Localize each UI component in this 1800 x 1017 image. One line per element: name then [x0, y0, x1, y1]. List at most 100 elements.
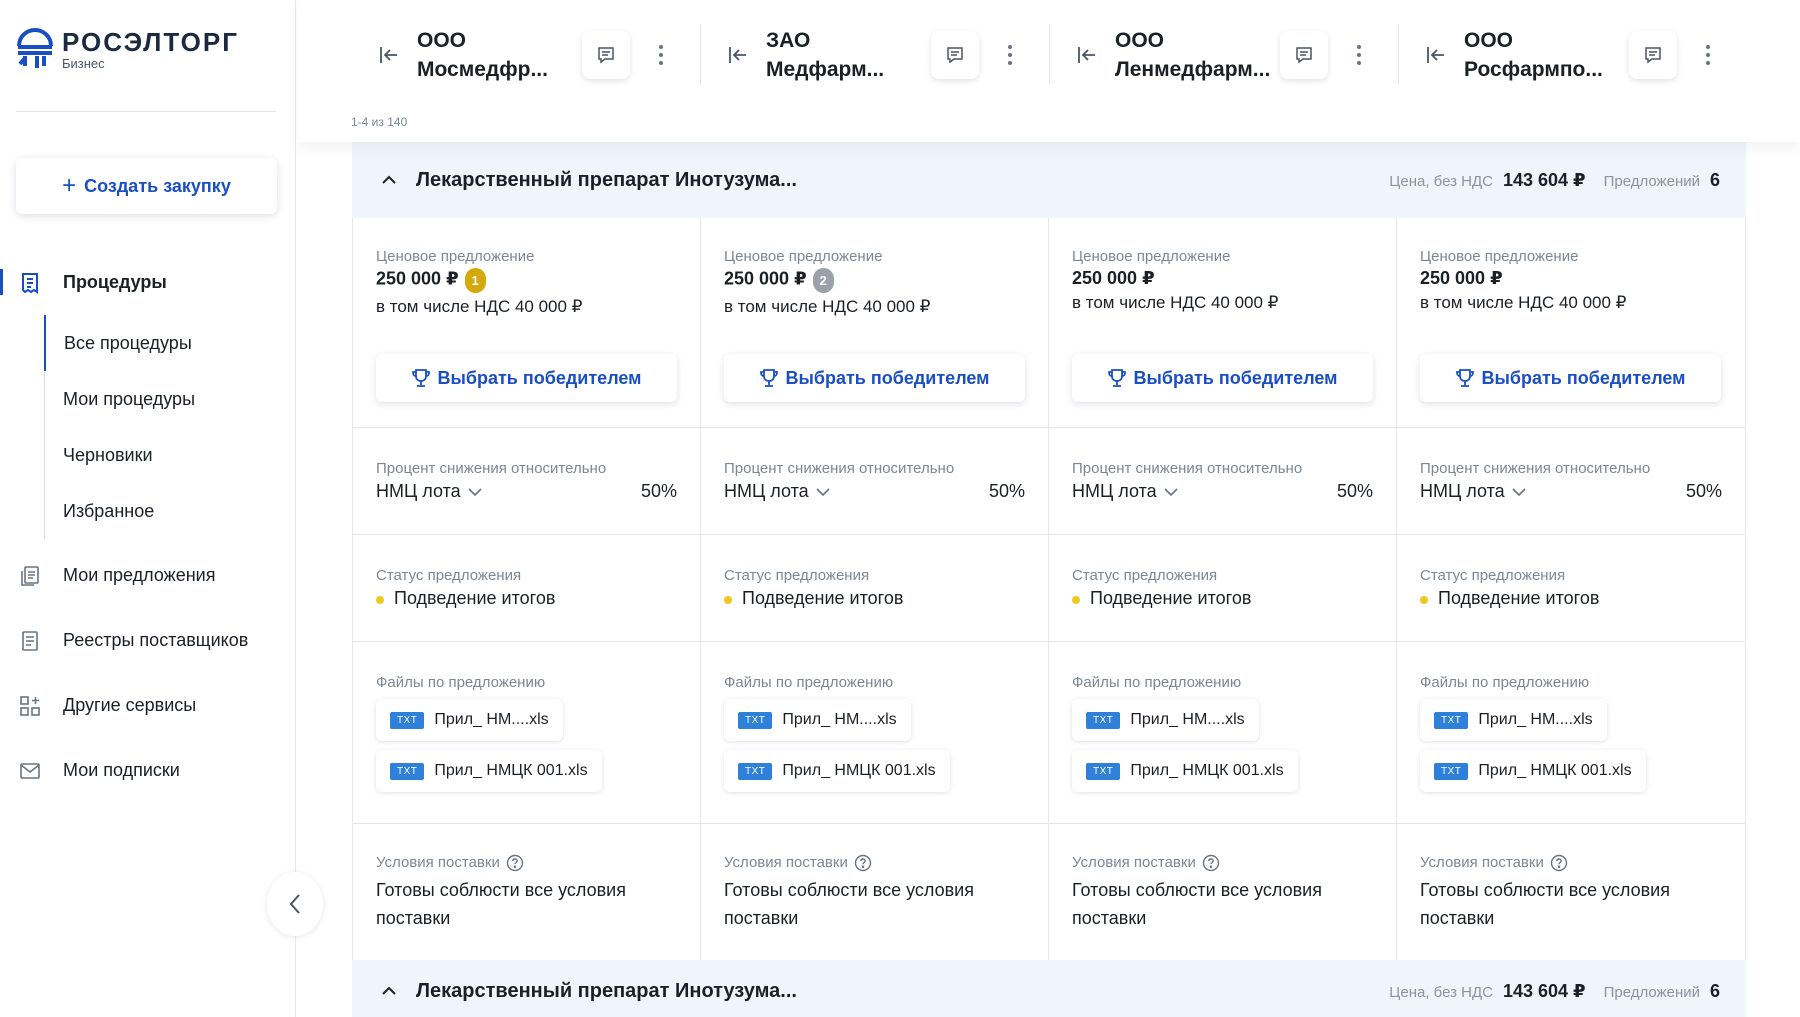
sidebar-subitem-favorites[interactable]: Избранное [45, 483, 296, 539]
chat-button[interactable] [931, 31, 979, 79]
more-dot [659, 53, 663, 57]
files-label: Файлы по предложению [1420, 674, 1590, 691]
reduction-basis-dropdown[interactable]: НМЦ лота [1420, 481, 1527, 502]
more-menu-button[interactable] [1696, 35, 1720, 75]
file-attachment[interactable]: TXT Прил_ НМ....xls [724, 699, 911, 741]
delivery-line-1: Готовы соблюсти все условия [1420, 880, 1670, 901]
status-dot-icon [724, 595, 732, 604]
lot-header-next[interactable]: Лекарственный препарат Инотузума... Цена… [352, 960, 1746, 1017]
supplier-name[interactable]: ООО Росфармпо... [1464, 26, 1624, 84]
create-purchase-button[interactable]: + Создать закупку [16, 158, 277, 214]
trophy-icon [759, 369, 778, 387]
pin-left-icon[interactable] [1424, 43, 1448, 67]
comparison-table: Лекарственный препарат Инотузума... Цена… [352, 142, 1746, 1017]
lot-meta: Цена, без НДС 143 604 ₽ Предложений 6 [1389, 981, 1720, 1002]
reduction-basis-dropdown[interactable]: НМЦ лота [1072, 481, 1179, 502]
files-label: Файлы по предложению [376, 674, 546, 691]
reduction-cell: Процент снижения относительно НМЦ лота 5… [1049, 428, 1397, 534]
sidebar-item-supplier-registries[interactable]: Реестры поставщиков [0, 608, 296, 673]
lot-price-value: 143 604 ₽ [1502, 169, 1586, 190]
choose-winner-button[interactable]: Выбрать победителем [1072, 354, 1373, 402]
sidebar-item-subscriptions[interactable]: Мои подписки [0, 738, 296, 803]
sidebar-collapse-button[interactable] [267, 872, 323, 936]
choose-winner-label: Выбрать победителем [437, 367, 642, 388]
delivery-value: Готовы соблюсти все условия поставки [1420, 876, 1722, 932]
status-dot-icon [376, 595, 384, 604]
lot-title: Лекарственный препарат Инотузума... [416, 168, 797, 191]
help-icon[interactable] [1550, 854, 1568, 872]
price-label: Ценовое предложение [1420, 248, 1579, 265]
file-attachment[interactable]: TXT Прил_ НМ....xls [376, 699, 563, 741]
file-attachment[interactable]: TXT Прил_ НМЦК 001.xls [376, 750, 602, 792]
supplier-name[interactable]: ООО Ленмедфарм... [1115, 26, 1275, 84]
pin-left-icon[interactable] [726, 43, 750, 67]
supplier-name[interactable]: ЗАО Медфарм... [766, 26, 926, 84]
more-dot [1008, 53, 1012, 57]
sidebar-item-procedures[interactable]: Процедуры [0, 250, 296, 315]
help-icon[interactable] [854, 854, 872, 872]
chevron-up-icon[interactable] [378, 980, 400, 1002]
status-cell: Статус предложения Подведение итогов [1049, 535, 1397, 641]
lot-header[interactable]: Лекарственный препарат Инотузума... Цена… [352, 142, 1746, 218]
supplier-name-line1: ЗАО [766, 29, 811, 52]
chat-button[interactable] [1280, 31, 1328, 79]
sidebar-item-label: Реестры поставщиков [63, 630, 249, 650]
reduction-cell: Процент снижения относительно НМЦ лота 5… [353, 428, 701, 534]
more-dot [659, 61, 663, 65]
sidebar-item-other-services[interactable]: Другие сервисы [0, 673, 296, 738]
pin-left-icon[interactable] [1075, 43, 1099, 67]
file-attachment[interactable]: TXT Прил_ НМЦК 001.xls [724, 750, 950, 792]
logo[interactable]: РОСЭЛТОРГ Бизнес [16, 28, 239, 71]
reduction-basis: НМЦ лота [376, 481, 461, 501]
choose-winner-button[interactable]: Выбрать победителем [1420, 354, 1721, 402]
help-icon[interactable] [1202, 854, 1220, 872]
chat-icon [1645, 47, 1661, 64]
lot-offers-label: Предложений [1603, 983, 1700, 1001]
price-row: Ценовое предложение 250 000 ₽1 в том чис… [353, 218, 1745, 428]
reduction-basis-dropdown[interactable]: НМЦ лота [376, 481, 483, 502]
sidebar-subitem-my-procedures[interactable]: Мои процедуры [45, 371, 296, 427]
price-label: Ценовое предложение [376, 248, 535, 265]
files-cell: Файлы по предложению TXT Прил_ НМ....xls … [1049, 642, 1397, 823]
sidebar-subitem-drafts[interactable]: Черновики [45, 427, 296, 483]
pin-left-icon[interactable] [377, 43, 401, 67]
more-menu-button[interactable] [998, 35, 1022, 75]
choose-winner-label: Выбрать победителем [1133, 367, 1338, 388]
lot-offers-value: 6 [1709, 169, 1720, 190]
files-label: Файлы по предложению [1072, 674, 1242, 691]
file-attachment[interactable]: TXT Прил_ НМ....xls [1072, 699, 1259, 741]
trophy-icon [1107, 369, 1126, 387]
chevron-up-icon[interactable] [378, 169, 400, 191]
help-icon[interactable] [506, 854, 524, 872]
more-dot [1706, 45, 1710, 49]
more-menu-button[interactable] [1347, 35, 1371, 75]
chevron-down-icon [1512, 487, 1526, 496]
reduction-basis-dropdown[interactable]: НМЦ лота [724, 481, 831, 502]
column-divider [1398, 24, 1399, 84]
delivery-line-1: Готовы соблюсти все условия [376, 880, 626, 901]
file-name: Прил_ НМЦК 001.xls [1478, 762, 1632, 779]
chat-button[interactable] [1629, 31, 1677, 79]
file-attachment[interactable]: TXT Прил_ НМ....xls [1420, 699, 1607, 741]
delivery-label: Условия поставки [1420, 854, 1722, 872]
price-value: 250 000 ₽ [376, 268, 459, 289]
file-attachment[interactable]: TXT Прил_ НМЦК 001.xls [1420, 750, 1646, 792]
more-menu-button[interactable] [649, 35, 673, 75]
reduction-row: Процент снижения относительно НМЦ лота 5… [353, 428, 1745, 535]
lot-title: Лекарственный препарат Инотузума... [416, 979, 797, 1002]
delivery-cell: Условия поставки Готовы соблюсти все усл… [1397, 824, 1745, 960]
files-cell: Файлы по предложению TXT Прил_ НМ....xls … [1397, 642, 1745, 823]
price-cell: Ценовое предложение 250 000 ₽ в том числ… [1397, 218, 1745, 427]
choose-winner-button[interactable]: Выбрать победителем [724, 354, 1025, 402]
sidebar-item-my-offers[interactable]: Мои предложения [0, 543, 296, 608]
choose-winner-button[interactable]: Выбрать победителем [376, 354, 677, 402]
sidebar-subitem-all-procedures[interactable]: Все процедуры [44, 315, 296, 371]
delivery-cell: Условия поставки Готовы соблюсти все усл… [701, 824, 1049, 960]
delivery-line-1: Готовы соблюсти все условия [1072, 880, 1322, 901]
chat-button[interactable] [582, 31, 630, 79]
supplier-name[interactable]: ООО Мосмедфр... [417, 26, 577, 84]
file-attachment[interactable]: TXT Прил_ НМЦК 001.xls [1072, 750, 1298, 792]
files-row: Файлы по предложению TXT Прил_ НМ....xls … [353, 642, 1745, 824]
sidebar-nav: Процедуры Все процедуры Мои процедуры Че… [0, 250, 296, 803]
create-purchase-label: Создать закупку [84, 175, 231, 196]
